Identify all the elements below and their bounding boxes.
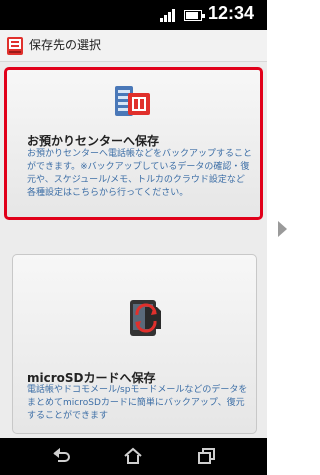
signal-icon xyxy=(160,9,176,22)
content-area: お預かりセンターへ保存 お預かりセンターへ電話帳などをバックアップすることができ… xyxy=(0,62,267,438)
next-page-arrow-icon xyxy=(278,221,287,237)
title-bar: 保存先の選択 xyxy=(0,30,267,62)
recent-apps-icon[interactable] xyxy=(196,446,218,466)
option-description: 電話帳やドコモメール/spモードメールなどのデータをまとめてmicroSDカード… xyxy=(27,385,248,421)
navigation-bar xyxy=(0,438,267,475)
back-icon[interactable] xyxy=(50,446,72,466)
server-book-icon xyxy=(115,86,150,116)
option-card-center-backup[interactable]: お預かりセンターへ保存 お預かりセンターへ電話帳などをバックアップすることができ… xyxy=(4,67,263,220)
page-title: 保存先の選択 xyxy=(29,38,102,52)
status-bar: 12:34 xyxy=(0,0,267,30)
battery-icon xyxy=(184,10,205,21)
option-description: お預かりセンターへ電話帳などをバックアップすることができます。※バックアップして… xyxy=(27,149,253,198)
option-title: お預かりセンターへ保存 xyxy=(27,134,160,148)
app-icon xyxy=(7,37,23,55)
status-time: 12:34 xyxy=(208,3,255,23)
home-icon[interactable] xyxy=(122,446,144,466)
option-card-sd-backup[interactable]: microSDカードへ保存 電話帳やドコモメール/spモードメールなどのデータを… xyxy=(12,254,257,434)
phone-screen: 12:34 保存先の選択 お預かりセンターへ保存 お預かりセンターへ電話帳などを… xyxy=(0,0,267,475)
sdcard-sync-icon xyxy=(130,300,161,336)
